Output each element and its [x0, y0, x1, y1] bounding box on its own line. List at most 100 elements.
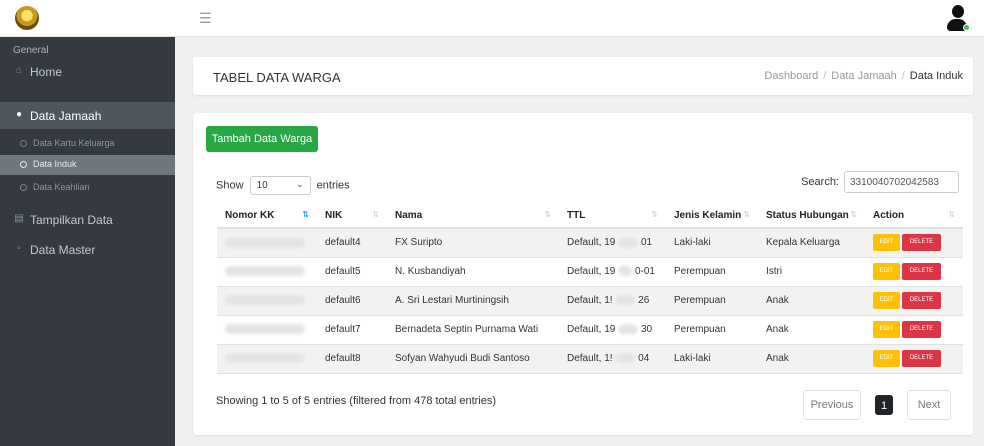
ttl-cell: Default, 1! 26 — [559, 286, 666, 316]
sidebar-item-label: Data Jamaah — [30, 109, 102, 123]
home-icon: ⌂ — [15, 65, 23, 76]
breadcrumb-data-induk: Data Induk — [909, 70, 963, 82]
redacted-value — [225, 295, 305, 306]
entries-label: entries — [316, 179, 350, 192]
column-header-nama[interactable]: Nama ⇅ — [387, 203, 559, 229]
hamburger-menu-icon[interactable]: ☰ — [199, 11, 212, 25]
sidebar-subitem-data-induk[interactable]: Data Induk — [0, 155, 175, 175]
sort-icon: ⇅ — [372, 210, 379, 219]
sidebar-item-data-jamaah[interactable]: ● Data Jamaah — [0, 102, 175, 129]
table-row: default4 FX Suripto Default, 19 01 Laki-… — [217, 228, 963, 258]
redacted-value — [225, 324, 305, 335]
sidebar-item-tampilkan-data[interactable]: ▤ Tampilkan Data — [0, 206, 175, 233]
status-hubungan-cell: Kepala Keluarga — [758, 228, 865, 258]
edit-button[interactable]: EDIT — [873, 321, 900, 338]
page-title: TABEL DATA WARGA — [213, 70, 341, 85]
jenis-kelamin-cell: Laki-laki — [666, 228, 758, 258]
previous-page-button[interactable]: Previous — [803, 390, 861, 420]
nomor-kk-cell — [217, 315, 317, 345]
edit-button[interactable]: EDIT — [873, 234, 900, 252]
status-hubungan-cell: Istri — [758, 257, 865, 287]
chevron-down-icon: ⌄ — [296, 179, 304, 189]
nik-cell: default4 — [317, 228, 387, 258]
circle-icon — [20, 161, 27, 168]
sidebar-item-label: Home — [30, 65, 63, 79]
add-data-warga-button[interactable]: Tambah Data Warga — [206, 126, 318, 152]
edit-button[interactable]: EDIT — [873, 292, 900, 309]
nama-cell: A. Sri Lestari Murtiningsih — [387, 286, 559, 316]
jenis-kelamin-cell: Perempuan — [666, 315, 758, 345]
table-row: default5 N. Kusbandiyah Default, 19 0-01… — [217, 257, 963, 287]
table-row: default6 A. Sri Lestari Murtiningsih Def… — [217, 286, 963, 316]
sort-icon: ⇅ — [743, 210, 750, 219]
user-avatar-icon[interactable] — [946, 5, 970, 33]
delete-button[interactable]: DELETE — [902, 292, 941, 309]
sidebar-subitem-data-kartu-keluarga[interactable]: Data Kartu Keluarga — [0, 134, 175, 154]
edit-button[interactable]: EDIT — [873, 263, 900, 280]
sidebar-item-data-master[interactable]: ▫ Data Master — [0, 236, 175, 263]
top-navbar: ☰ — [0, 0, 984, 37]
nomor-kk-cell — [217, 228, 317, 258]
logo[interactable] — [15, 6, 39, 30]
nama-cell: FX Suripto — [387, 228, 559, 258]
breadcrumb-dashboard[interactable]: Dashboard — [764, 70, 818, 82]
status-hubungan-cell: Anak — [758, 315, 865, 345]
users-icon: ● — [15, 109, 23, 120]
nama-cell: Bernadeta Septin Purnama Wati — [387, 315, 559, 345]
edit-button[interactable]: EDIT — [873, 350, 900, 367]
sort-icon: ⇅ — [651, 210, 658, 219]
action-cell: EDIT DELETE — [865, 344, 963, 374]
sidebar: General ⌂ Home ● Data Jamaah Data Kartu … — [0, 37, 175, 446]
delete-button[interactable]: DELETE — [902, 234, 941, 252]
database-icon: ▫ — [17, 243, 21, 254]
breadcrumb-separator: / — [901, 70, 905, 82]
column-header-status-hubungan[interactable]: Status Hubungan ⇅ — [758, 203, 865, 229]
breadcrumb-data-jamaah[interactable]: Data Jamaah — [831, 70, 896, 82]
sidebar-subitem-data-keahlian[interactable]: Data Keahlian — [0, 178, 175, 198]
ttl-cell: Default, 19 0-01 — [559, 257, 666, 287]
breadcrumb: Dashboard / Data Jamaah / Data Induk — [764, 70, 963, 82]
ttl-cell: Default, 19 30 — [559, 315, 666, 345]
circle-icon — [20, 184, 27, 191]
search-label: Search: — [801, 175, 839, 188]
delete-button[interactable]: DELETE — [902, 350, 941, 367]
table-info: Showing 1 to 5 of 5 entries (filtered fr… — [216, 395, 497, 407]
column-header-action[interactable]: Action ⇅ — [865, 203, 963, 229]
delete-button[interactable]: DELETE — [902, 321, 941, 338]
table-row: default8 Sofyan Wahyudi Budi Santoso Def… — [217, 344, 963, 374]
redacted-value — [225, 237, 305, 248]
ttl-cell: Default, 19 01 — [559, 228, 666, 258]
action-cell: EDIT DELETE — [865, 286, 963, 316]
sidebar-item-home[interactable]: ⌂ Home — [0, 58, 175, 85]
nomor-kk-cell — [217, 286, 317, 316]
redacted-value — [225, 266, 305, 277]
action-cell: EDIT DELETE — [865, 228, 963, 258]
search-input[interactable] — [844, 171, 959, 193]
page-1-button[interactable]: 1 — [875, 395, 893, 415]
column-header-nomor-kk[interactable]: Nomor KK ⇅ — [217, 203, 317, 229]
nomor-kk-cell — [217, 344, 317, 374]
data-table: Nomor KK ⇅ NIK ⇅ Nama ⇅ TTL ⇅ Jenis Kelamin ⇅… — [217, 203, 963, 374]
sort-icon: ⇅ — [948, 210, 955, 219]
nama-cell: Sofyan Wahyudi Budi Santoso — [387, 344, 559, 374]
delete-button[interactable]: DELETE — [902, 263, 941, 280]
sort-asc-icon: ⇅ — [302, 210, 309, 219]
nik-cell: default7 — [317, 315, 387, 345]
nomor-kk-cell — [217, 257, 317, 287]
entries-length-control: Show 10 ⌄ entries — [216, 176, 350, 195]
entries-select[interactable]: 10 ⌄ — [249, 176, 311, 195]
page-header: TABEL DATA WARGA Dashboard / Data Jamaah / D… — [193, 57, 973, 95]
sidebar-item-label: Data Master — [30, 243, 96, 257]
next-page-button[interactable]: Next — [907, 390, 951, 420]
column-header-nik[interactable]: NIK ⇅ — [317, 203, 387, 229]
jenis-kelamin-cell: Perempuan — [666, 257, 758, 287]
column-header-ttl[interactable]: TTL ⇅ — [559, 203, 666, 229]
action-cell: EDIT DELETE — [865, 315, 963, 345]
entries-value: 10 — [256, 180, 268, 191]
breadcrumb-separator: / — [823, 70, 827, 82]
column-header-jenis-kelamin[interactable]: Jenis Kelamin ⇅ — [666, 203, 758, 229]
jenis-kelamin-cell: Perempuan — [666, 286, 758, 316]
circle-icon — [20, 140, 27, 147]
sidebar-subitem-label: Data Induk — [33, 159, 77, 169]
nik-cell: default6 — [317, 286, 387, 316]
